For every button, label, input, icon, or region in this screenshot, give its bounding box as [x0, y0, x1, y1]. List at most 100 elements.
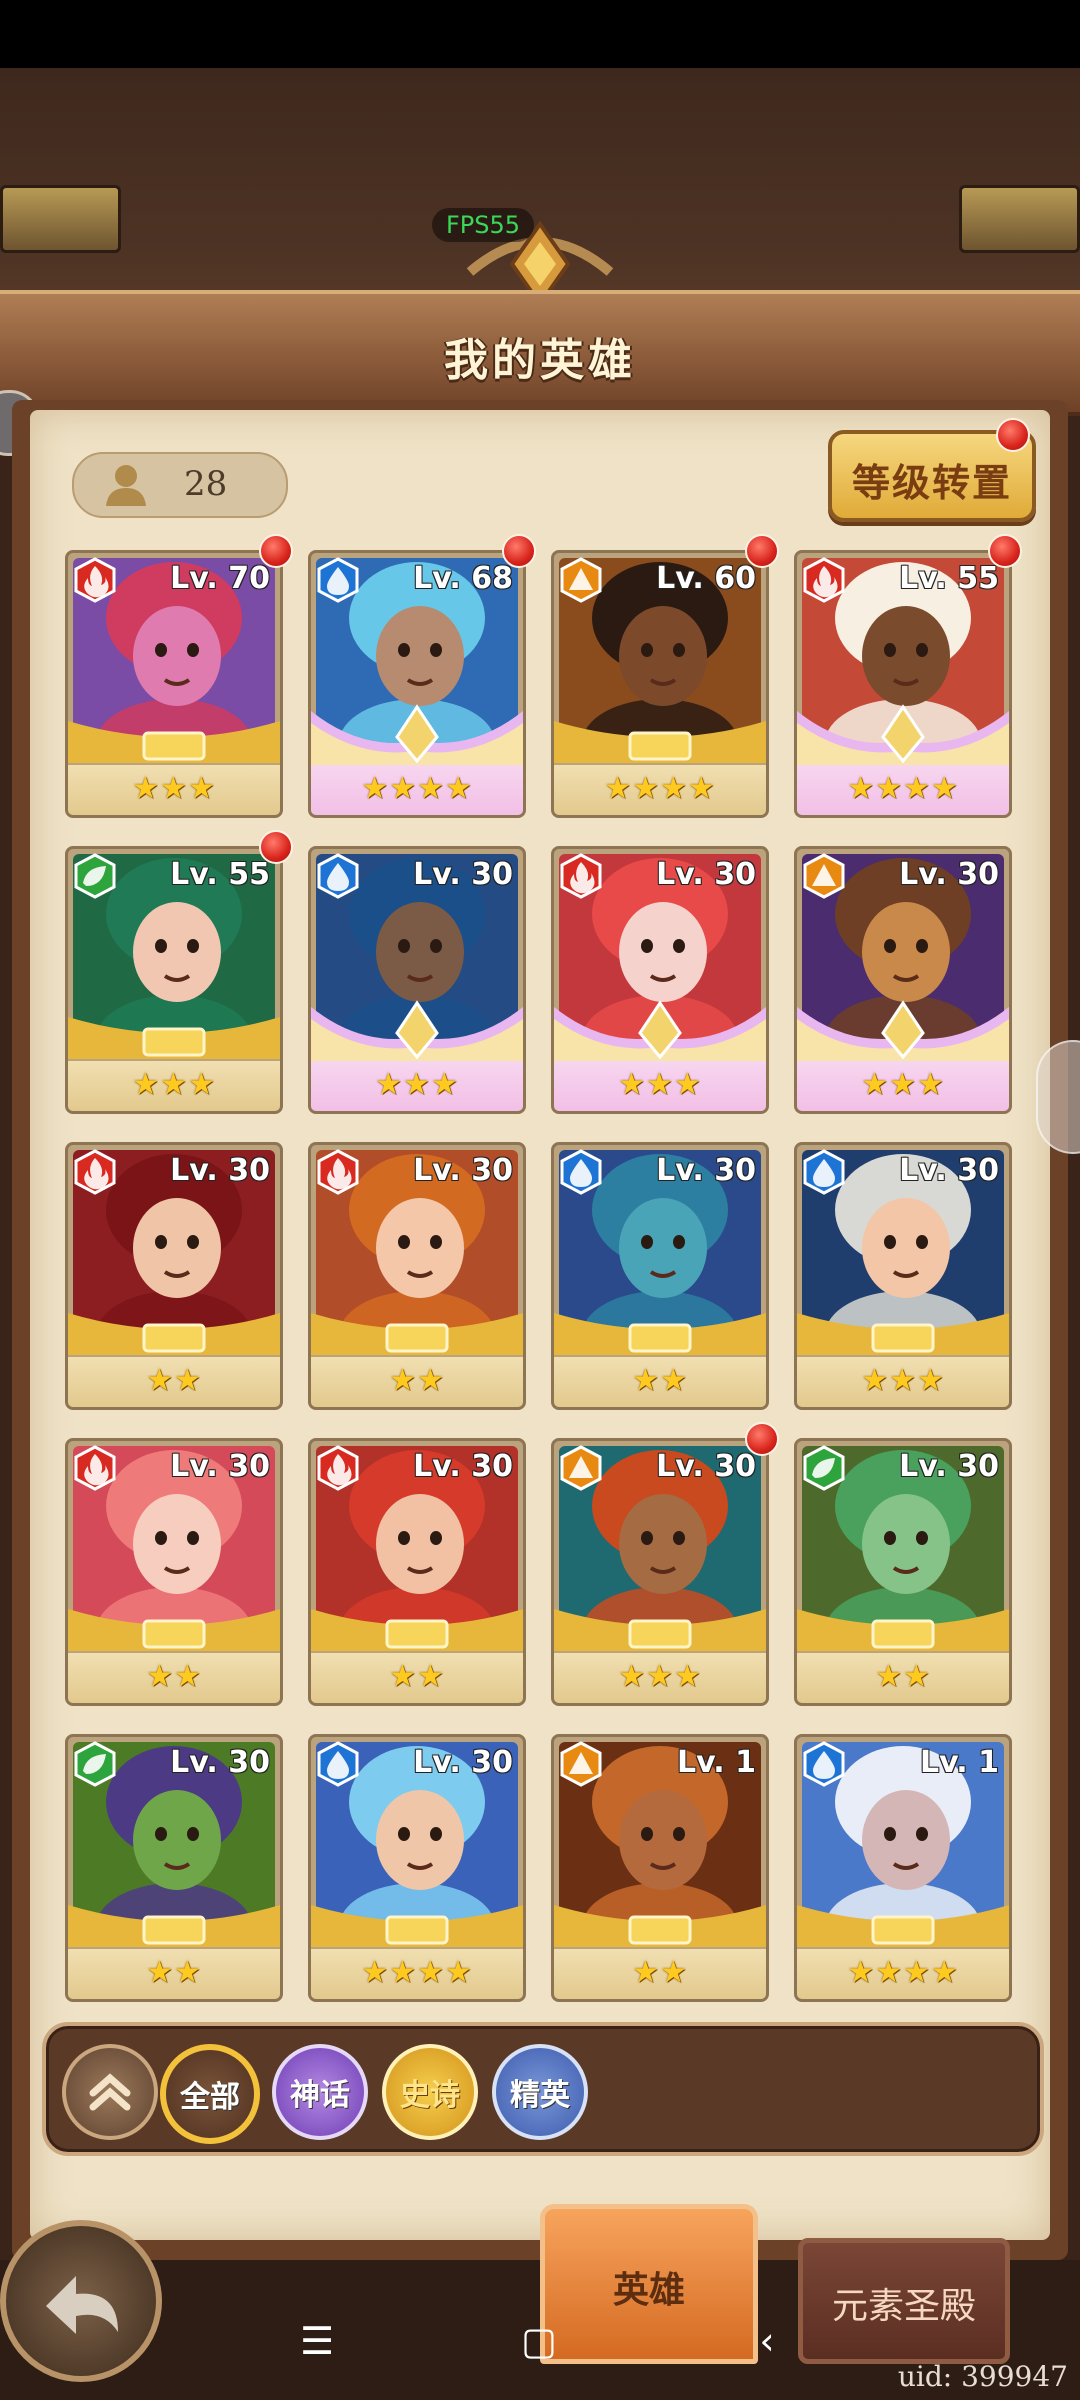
status-bar	[0, 0, 1080, 68]
header-bar: 我的英雄	[0, 290, 1080, 416]
earth-element-icon	[560, 1741, 602, 1787]
tab-hero-label: 英雄	[612, 2270, 685, 2311]
hero-level: Lv. 1	[920, 1745, 999, 1780]
mythic-frame	[554, 1000, 766, 1067]
notification-dot	[996, 418, 1030, 452]
hero-card[interactable]: ★★ Lv. 30	[551, 1142, 769, 1410]
star-bar: ★★★	[554, 1653, 766, 1703]
star-bar: ★★	[797, 1653, 1009, 1703]
hero-card[interactable]: ★★ Lv. 1	[551, 1734, 769, 2002]
star-rating: ★★★★	[361, 1955, 473, 1990]
star-rating: ★★★	[861, 1363, 945, 1398]
water-element-icon	[317, 853, 359, 899]
water-element-icon	[317, 1741, 359, 1787]
hero-card[interactable]: ★★★★ Lv. 30	[308, 1734, 526, 2002]
star-bar: ★★★	[797, 1357, 1009, 1407]
tab-hero[interactable]: 英雄	[540, 2204, 758, 2364]
gold-frame	[68, 1313, 280, 1355]
fire-element-icon	[317, 1149, 359, 1195]
star-rating: ★★★	[132, 771, 216, 806]
notification-dot	[745, 534, 779, 568]
star-bar: ★★★	[68, 765, 280, 815]
level-reset-label: 等级转置	[851, 461, 1012, 505]
water-element-icon	[803, 1149, 845, 1195]
filter-elite-button[interactable]: 精英	[492, 2044, 588, 2140]
gold-frame	[554, 1609, 766, 1651]
fire-element-icon	[317, 1445, 359, 1491]
page-title: 我的英雄	[444, 335, 636, 386]
star-bar: ★★	[554, 1357, 766, 1407]
hero-card[interactable]: ★★ Lv. 30	[794, 1438, 1012, 1706]
hero-card[interactable]: ★★ Lv. 30	[308, 1438, 526, 1706]
hero-level: Lv. 30	[170, 1745, 270, 1780]
hero-level: Lv. 30	[899, 1449, 999, 1484]
fire-element-icon	[74, 1445, 116, 1491]
back-button[interactable]	[0, 2220, 162, 2382]
gold-frame	[554, 721, 766, 763]
star-bar: ★★	[68, 1949, 280, 1999]
filter-all-button[interactable]: 全部	[160, 2044, 260, 2144]
back-arrow-icon	[46, 2276, 118, 2334]
gold-frame	[797, 1313, 1009, 1355]
collapse-button[interactable]	[62, 2044, 158, 2140]
fire-element-icon	[74, 557, 116, 603]
right-side-handle[interactable]	[1036, 1040, 1080, 1154]
hero-card[interactable]: ★★ Lv. 30	[65, 1142, 283, 1410]
hero-card[interactable]: ★★★ Lv. 70	[65, 550, 283, 818]
hero-level: Lv. 70	[170, 561, 270, 596]
tab-element-temple[interactable]: 元素圣殿	[798, 2238, 1010, 2364]
hero-level: Lv. 60	[656, 561, 756, 596]
star-bar: ★★★★	[797, 765, 1009, 815]
hero-level: Lv. 1	[677, 1745, 756, 1780]
nav-back-icon[interactable]: ‹	[742, 2316, 792, 2366]
gold-frame	[68, 721, 280, 763]
tab-element-temple-label: 元素圣殿	[831, 2286, 976, 2327]
fire-element-icon	[560, 853, 602, 899]
hero-card[interactable]: ★★★★ Lv. 1	[794, 1734, 1012, 2002]
fire-element-icon	[803, 557, 845, 603]
filter-epic-button[interactable]: 史诗	[382, 2044, 478, 2140]
filter-mythic-button[interactable]: 神话	[272, 2044, 368, 2140]
hero-card[interactable]: ★★★ Lv. 30	[551, 1438, 769, 1706]
star-bar: ★★	[311, 1357, 523, 1407]
hero-card[interactable]: ★★★★ Lv. 60	[551, 550, 769, 818]
gold-frame	[311, 1313, 523, 1355]
star-bar: ★★★	[797, 1061, 1009, 1111]
hero-card[interactable]: ★★ Lv. 30	[308, 1142, 526, 1410]
gold-frame	[797, 1905, 1009, 1947]
gold-frame	[68, 1017, 280, 1059]
hero-level: Lv. 30	[413, 857, 513, 892]
notification-dot	[259, 534, 293, 568]
fps-counter: FPS55	[432, 208, 535, 242]
pillar-ornament-right	[959, 185, 1080, 253]
hero-card[interactable]: ★★ Lv. 30	[65, 1734, 283, 2002]
wood-element-icon	[74, 853, 116, 899]
hero-card[interactable]: ★★★ Lv. 30	[794, 1142, 1012, 1410]
nav-menu-icon[interactable]: ☰	[292, 2316, 342, 2366]
star-rating: ★★★★	[847, 1955, 959, 1990]
mythic-frame	[797, 1000, 1009, 1067]
gold-frame	[68, 1609, 280, 1651]
hero-card[interactable]: ★★★★ Lv. 68	[308, 550, 526, 818]
hero-level: Lv. 30	[413, 1745, 513, 1780]
earth-element-icon	[560, 1445, 602, 1491]
water-element-icon	[803, 1741, 845, 1787]
hero-card[interactable]: ★★★ Lv. 30	[551, 846, 769, 1114]
mythic-frame	[311, 704, 523, 771]
star-rating: ★★★	[375, 1067, 459, 1102]
nav-home-icon[interactable]: ▢	[514, 2316, 564, 2366]
hero-card[interactable]: ★★★ Lv. 55	[65, 846, 283, 1114]
star-bar: ★★★★	[554, 765, 766, 815]
hero-card[interactable]: ★★★ Lv. 30	[794, 846, 1012, 1114]
water-element-icon	[317, 557, 359, 603]
person-icon	[106, 465, 146, 506]
gold-frame	[554, 1905, 766, 1947]
gold-frame	[797, 1609, 1009, 1651]
hero-card[interactable]: ★★★ Lv. 30	[308, 846, 526, 1114]
hero-level: Lv. 30	[413, 1153, 513, 1188]
hero-card[interactable]: ★★★★ Lv. 55	[794, 550, 1012, 818]
gold-frame	[311, 1609, 523, 1651]
hero-card[interactable]: ★★ Lv. 30	[65, 1438, 283, 1706]
pillar-ornament-left	[0, 185, 121, 253]
wood-element-icon	[803, 1445, 845, 1491]
